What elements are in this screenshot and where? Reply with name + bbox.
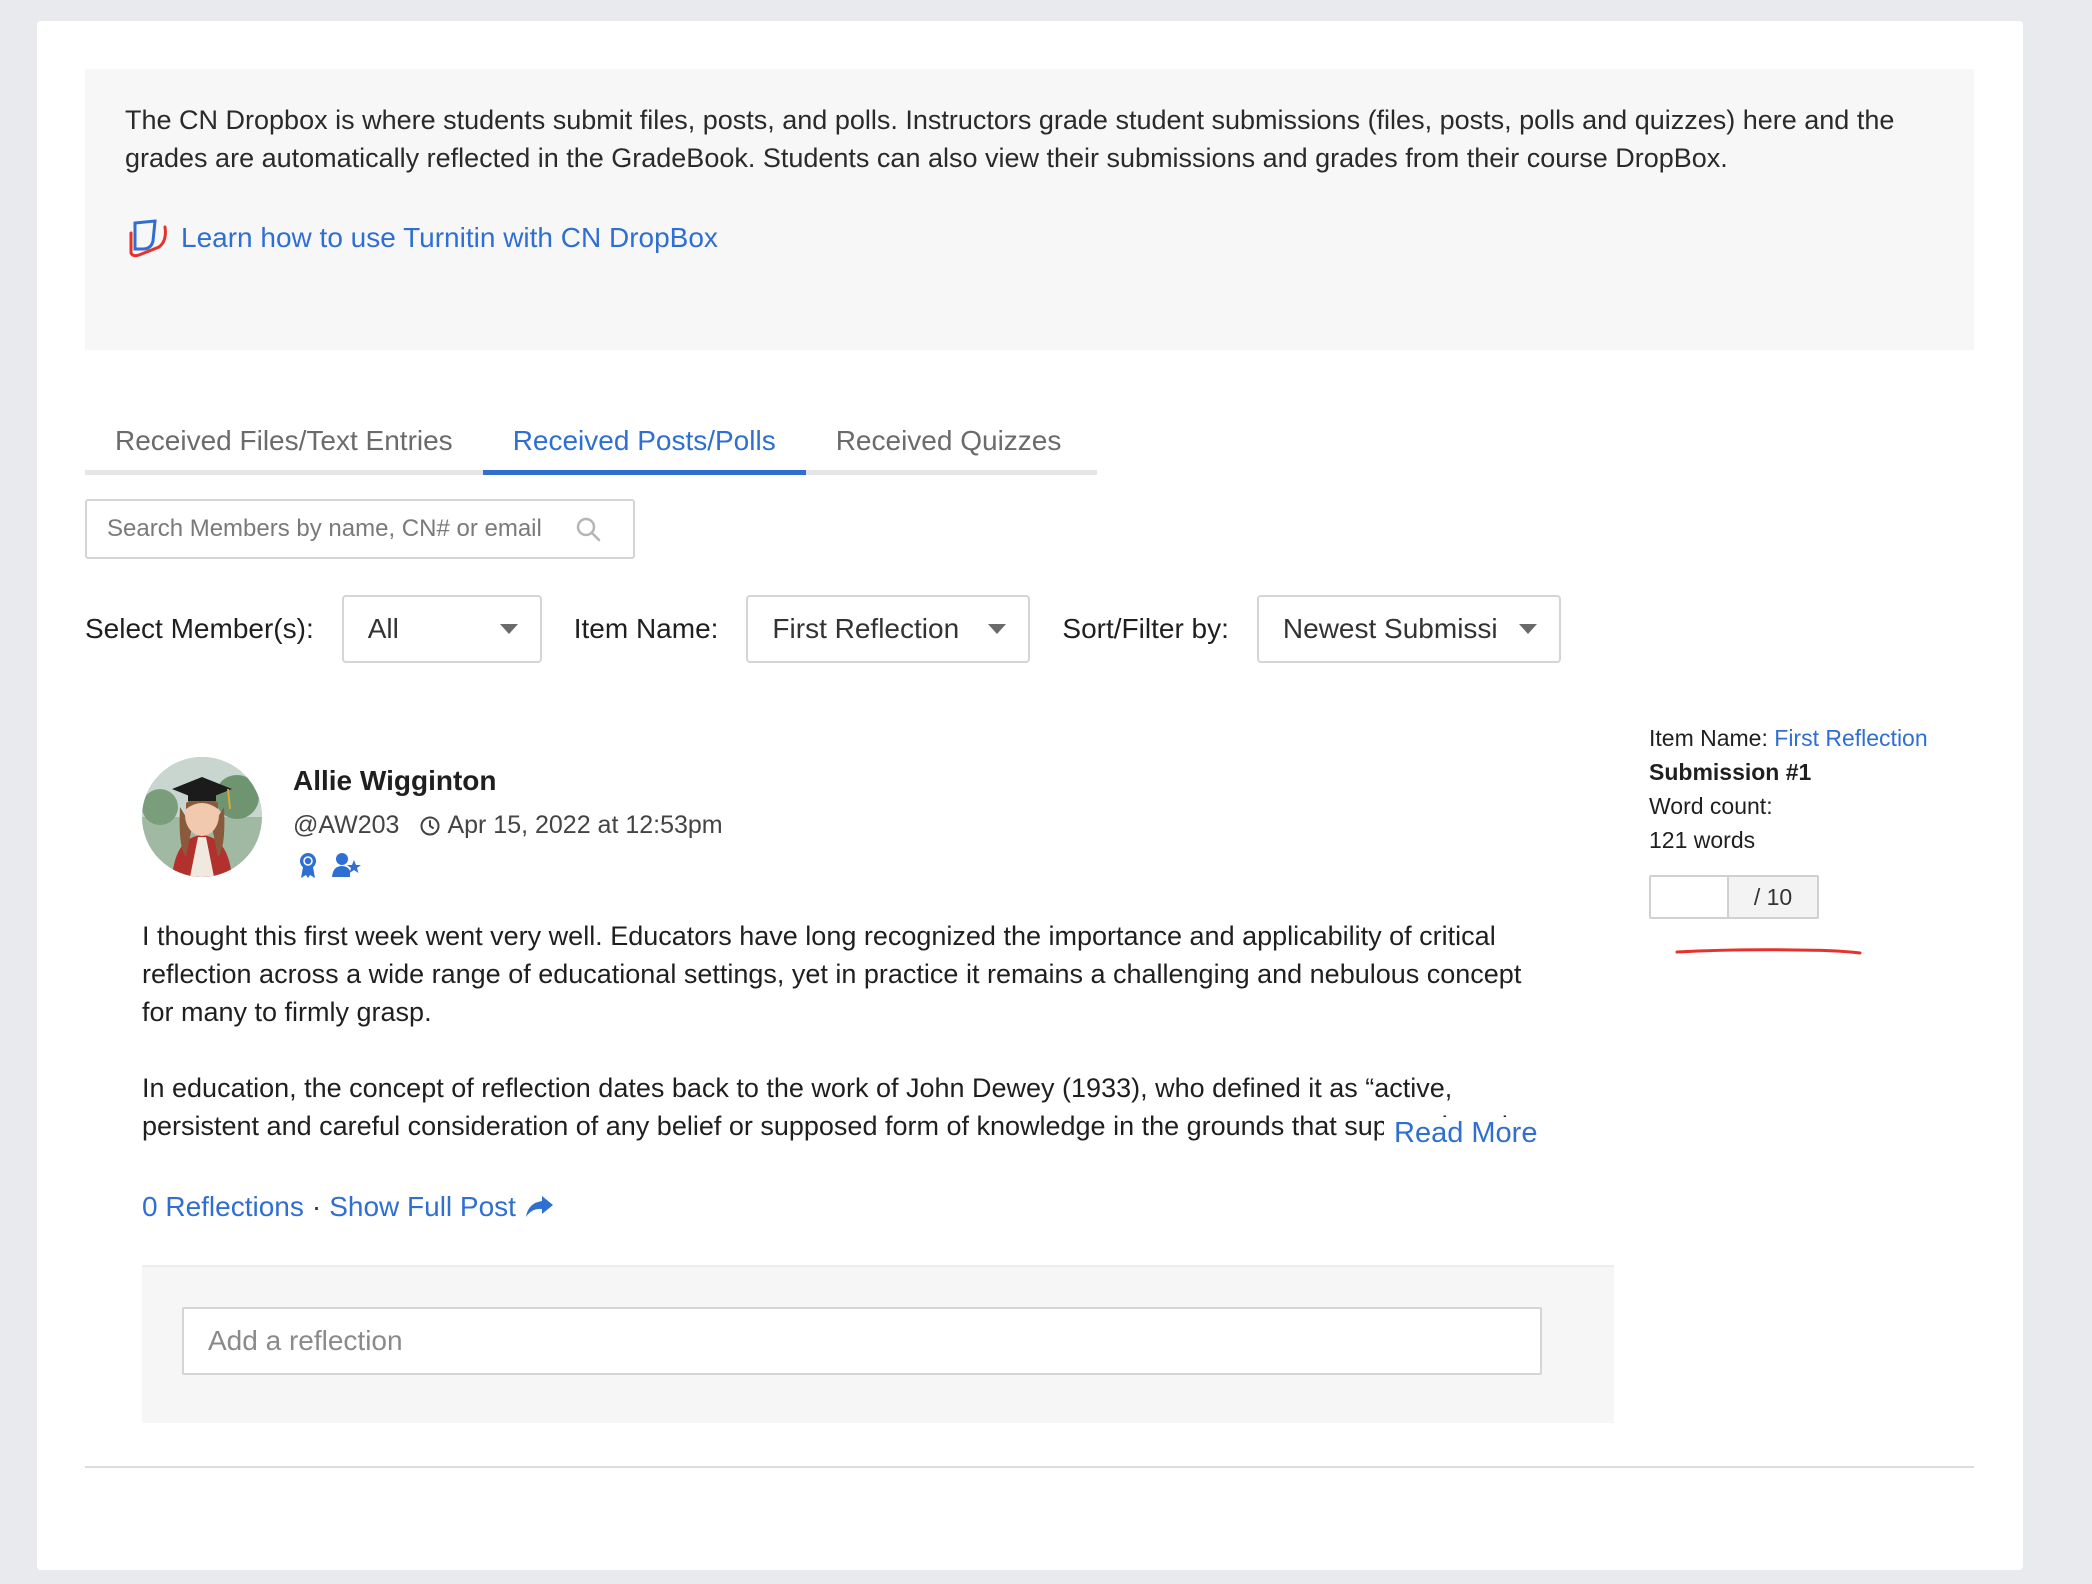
member-search [85,499,635,559]
reflections-count-link[interactable]: 0 Reflections [142,1191,304,1223]
member-badges [293,850,723,880]
grade-field: / 10 [1649,875,1819,919]
read-more-link[interactable]: Read More [1384,1117,1538,1150]
sort-filter-select-value: Newest Submissi [1282,613,1498,644]
show-full-post-link[interactable]: Show Full Post [329,1191,516,1223]
item-name-select[interactable]: First Reflection [746,595,1031,663]
avatar[interactable] [142,757,262,877]
share-arrow-icon[interactable] [524,1194,554,1220]
word-count-value: 121 words [1649,827,1756,853]
item-name-select-value: First Reflection [772,613,960,644]
members-select[interactable]: All [341,595,542,663]
sort-filter-select[interactable]: Newest Submissi [1256,595,1561,663]
user-star-icon [332,853,361,877]
submission-details: Item Name: First Reflection Submission #… [1649,721,1928,919]
divider [85,1466,1974,1468]
grade-max-points: / 10 [1729,877,1817,917]
item-name-detail-label: Item Name: [1649,725,1768,751]
clock-icon [420,816,440,835]
tab-received-quizzes[interactable]: Received Quizzes [806,417,1092,475]
item-name-label: Item Name: [573,613,719,644]
author-name[interactable]: Allie Wigginton [293,765,723,797]
annotation-underline [1675,948,1862,955]
post-meta: @AW203 Apr 15, 2022 at 12:53pm [293,811,723,840]
post-actions: 0 Reflections · Show Full Post [142,1191,554,1223]
info-panel: The CN Dropbox is where students submit … [85,69,1974,350]
turnitin-link[interactable]: Learn how to use Turnitin with CN DropBo… [181,222,718,254]
reflection-composer [142,1265,1614,1423]
tab-received-posts[interactable]: Received Posts/Polls [482,417,806,475]
sort-filter-label: Sort/Filter by: [1062,613,1229,644]
author-block: Allie Wigginton @AW203 Apr 15, 2022 at 1… [293,765,723,880]
members-select-value: All [367,613,399,644]
submission-number: Submission #1 [1649,759,1812,785]
post-paragraph: I thought this first week went very well… [142,921,1522,1027]
members-label: Select Member(s): [85,613,314,644]
author-handle: @AW203 [293,811,400,839]
item-name-detail-link[interactable]: First Reflection [1774,725,1927,751]
submission-tabs: Received Files/Text Entries Received Pos… [85,417,1097,475]
word-count-label: Word count: [1649,793,1773,819]
avatar-photo [142,757,262,877]
tab-received-files[interactable]: Received Files/Text Entries [85,417,483,475]
dropbox-description: The CN Dropbox is where students submit … [125,105,1895,173]
search-input[interactable] [107,515,567,543]
item-name-row: Item Name: First Reflection [1649,721,1928,755]
post-paragraph: In education, the concept of reflection … [142,1073,1508,1141]
award-ribbon-icon [300,853,316,878]
separator-dot: · [311,1191,322,1222]
turnitin-help: Learn how to use Turnitin with CN DropBo… [125,215,1934,261]
post-timestamp: Apr 15, 2022 at 12:53pm [447,811,723,839]
add-reflection-input[interactable] [182,1307,1542,1375]
main-card: The CN Dropbox is where students submit … [37,21,2023,1570]
chevron-down-icon [499,624,518,634]
chevron-down-icon [988,624,1007,634]
post-body: I thought this first week went very well… [142,917,1522,1149]
turnitin-logo-icon [129,219,167,258]
search-icon[interactable] [575,516,601,542]
grade-input[interactable] [1651,877,1729,917]
filter-bar: Select Member(s): All Item Name: First R… [85,595,1593,663]
chevron-down-icon [1518,624,1537,634]
